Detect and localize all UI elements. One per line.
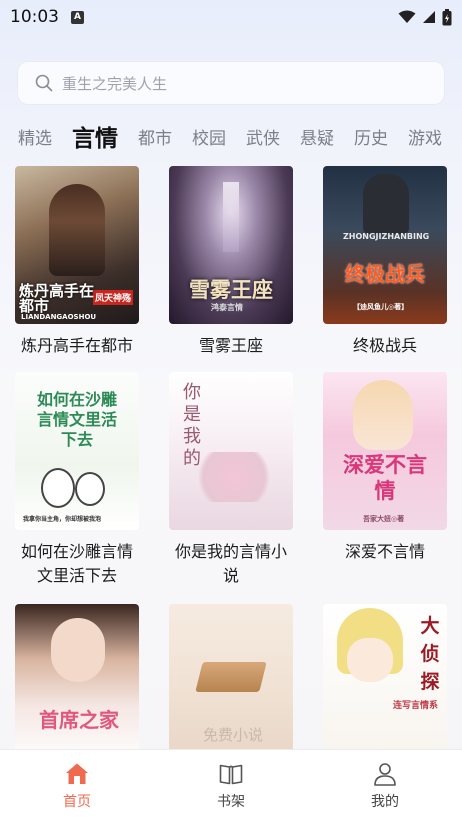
tab-lishi[interactable]: 历史 xyxy=(354,124,388,149)
book-cover[interactable]: 如何在沙雕言情文里活下去 我拿你当主角，你却想被我泡 xyxy=(15,372,139,530)
book-title: 深爱不言情 xyxy=(344,542,425,561)
book-cover[interactable]: 免费小说 xyxy=(169,604,293,762)
light-beam xyxy=(223,182,239,252)
book-title: 雪雾王座 xyxy=(198,336,263,355)
book-cover[interactable]: 你是我的 xyxy=(169,372,293,530)
book-cover[interactable]: 大侦探 连写言情系 xyxy=(323,604,447,762)
status-time: 10:03 xyxy=(10,7,59,27)
book-card[interactable]: ZHONGJIZHANBING 终极战兵 【迪风鱼儿◎著】 终极战兵 xyxy=(308,166,462,358)
tab-jingxuan[interactable]: 精选 xyxy=(18,124,52,149)
tab-wuxia[interactable]: 武侠 xyxy=(246,124,280,149)
bottom-nav: 首页 书架 我的 xyxy=(0,749,462,821)
battery-icon xyxy=(442,8,452,25)
tab-xiaoyuan[interactable]: 校园 xyxy=(192,124,226,149)
book-title: 如何在沙雕言情文里活下去 xyxy=(20,542,133,585)
character-face xyxy=(353,380,413,450)
book-cover[interactable]: 首席之家 xyxy=(15,604,139,762)
nav-profile[interactable]: 我的 xyxy=(308,750,462,821)
notification-icon: A xyxy=(71,10,84,24)
character-figure xyxy=(49,184,105,276)
book-cover[interactable]: 深爱不言情 吾家大妞◎著 xyxy=(323,372,447,530)
book-title: 炼丹高手在都市 xyxy=(20,336,133,355)
book-title: 你是我的言情小说 xyxy=(174,542,287,585)
character-face xyxy=(51,618,105,682)
cover-subtitle: LIANDANGAOSHOU xyxy=(21,313,97,321)
nav-home-label: 首页 xyxy=(63,793,91,810)
cover-title: 你是我的 xyxy=(183,382,201,469)
category-tabs: 精选 言情 都市 校园 武侠 悬疑 历史 游戏 xyxy=(0,116,462,156)
tab-youxi[interactable]: 游戏 xyxy=(408,124,442,149)
status-icons xyxy=(398,8,452,26)
book-card[interactable]: 凤天神殇 炼丹高手在都市 LIANDANGAOSHOU 炼丹高手在都市 xyxy=(0,166,154,358)
wifi-icon xyxy=(398,10,416,23)
cover-title: 免费小说 xyxy=(203,726,264,744)
book-card[interactable]: 免费小说 xyxy=(154,604,308,762)
search-icon xyxy=(35,74,53,92)
book-card[interactable]: 深爱不言情 吾家大妞◎著 深爱不言情 xyxy=(308,372,462,564)
book-card[interactable]: 如何在沙雕言情文里活下去 我拿你当主角，你却想被我泡 如何在沙雕言情文里活下去 xyxy=(0,372,154,588)
tab-xuanyi[interactable]: 悬疑 xyxy=(300,124,334,149)
book-cover[interactable]: 凤天神殇 炼丹高手在都市 LIANDANGAOSHOU xyxy=(15,166,139,324)
person-icon xyxy=(374,762,396,786)
signal-icon xyxy=(423,11,435,23)
cover-title: 炼丹高手在都市 xyxy=(19,282,95,315)
status-bar: 10:03 A xyxy=(0,0,462,34)
character-figure xyxy=(363,174,409,234)
book-card[interactable]: 你是我的 你是我的言情小说 xyxy=(154,372,308,588)
cover-subtitle: ZHONGJIZHANBING xyxy=(343,232,430,241)
home-icon xyxy=(66,763,88,784)
nav-bookshelf-label: 书架 xyxy=(217,793,245,810)
cartoon-face xyxy=(75,472,105,506)
cover-title: 雪雾王座 xyxy=(189,277,273,302)
cover-subtitle: 鸿泰言情 xyxy=(211,303,243,312)
book-card[interactable]: 大侦探 连写言情系 xyxy=(308,604,462,762)
nav-profile-label: 我的 xyxy=(371,793,399,810)
cover-author: 吾家大妞◎著 xyxy=(363,515,405,523)
book-title: 终极战兵 xyxy=(352,336,417,355)
cover-subtitle: 我拿你当主角，你却想被我泡 xyxy=(23,516,102,523)
cartoon-face xyxy=(41,468,75,508)
cover-author: 【迪风鱼儿◎著】 xyxy=(353,303,409,311)
book-illustration xyxy=(195,662,267,692)
cover-title: 深爱不言情 xyxy=(343,452,427,503)
book-card[interactable]: 雪雾王座 鸿泰言情 雪雾王座 xyxy=(154,166,308,358)
book-icon xyxy=(219,764,243,784)
cover-subtitle: 连写言情系 xyxy=(393,701,439,711)
search-bar[interactable]: 重生之完美人生 xyxy=(18,62,444,104)
book-cover[interactable]: 雪雾王座 鸿泰言情 xyxy=(169,166,293,324)
cover-title: 终极战兵 xyxy=(345,262,425,286)
book-cover[interactable]: ZHONGJIZHANBING 终极战兵 【迪风鱼儿◎著】 xyxy=(323,166,447,324)
character-face xyxy=(347,638,393,682)
tab-yanqing[interactable]: 言情 xyxy=(72,119,118,153)
nav-home[interactable]: 首页 xyxy=(0,750,154,821)
cover-title: 如何在沙雕言情文里活下去 xyxy=(36,390,117,449)
cover-title: 首席之家 xyxy=(39,708,119,732)
nav-bookshelf[interactable]: 书架 xyxy=(154,750,308,821)
tab-dushi[interactable]: 都市 xyxy=(138,124,172,149)
search-placeholder: 重生之完美人生 xyxy=(62,74,168,93)
cover-title: 大侦探 xyxy=(420,615,440,693)
book-card[interactable]: 首席之家 xyxy=(0,604,154,762)
